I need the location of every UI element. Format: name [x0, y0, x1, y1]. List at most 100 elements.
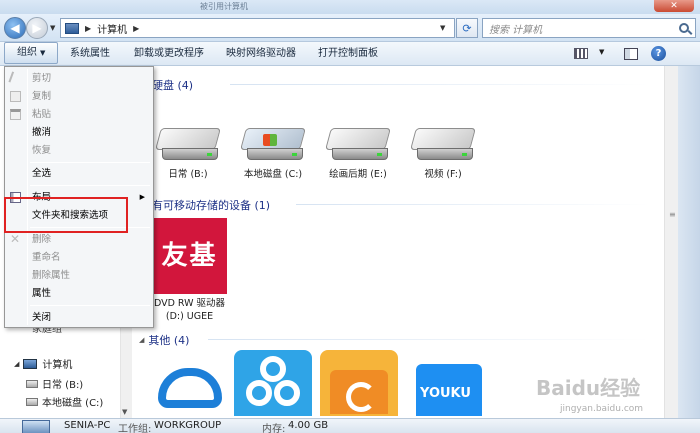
status-workgroup: WORKGROUP	[154, 420, 222, 431]
baidu-cloud-icon[interactable]	[150, 350, 228, 416]
open-control-panel-button[interactable]: 打开控制面板	[318, 42, 378, 66]
scroll-down-icon[interactable]: ▼	[122, 408, 127, 416]
menu-separator	[30, 162, 150, 163]
menu-item-properties-label: 属性	[32, 288, 52, 299]
address-dropdown-icon[interactable]: ▼	[440, 24, 445, 32]
tree-item-drive-c-label: 本地磁盘 (C:)	[42, 398, 104, 409]
tree-item-drive-b-label: 日常 (B:)	[42, 380, 84, 391]
youku-icon[interactable]: YOUKU	[410, 350, 488, 416]
drive-f[interactable]: 视频 (F:)	[403, 128, 483, 180]
preview-pane-icon[interactable]	[624, 48, 638, 60]
menu-item-properties[interactable]: 属性	[5, 284, 153, 303]
dvd-drive-label-line1: DVD RW 驱动器	[153, 298, 226, 309]
change-view-icon[interactable]	[574, 48, 588, 59]
watermark-url: jingyan.baidu.com	[560, 404, 644, 414]
group-divider	[208, 339, 650, 340]
group-header-other[interactable]: ◢ 其他 (4)	[139, 332, 189, 348]
youku-logo-text: YOUKU	[420, 386, 471, 401]
refresh-icon: ⟳	[462, 21, 472, 35]
hard-drive-icon	[410, 128, 476, 164]
hard-drive-icon	[26, 379, 38, 388]
menu-item-select-all-label: 全选	[32, 168, 52, 179]
breadcrumb-computer[interactable]: 计算机	[97, 21, 127, 36]
command-bar: 组织 ▼ 系统属性 卸载或更改程序 映射网络驱动器 打开控制面板 ▼ ?	[0, 42, 700, 66]
menu-item-remove-properties-label: 删除属性	[32, 270, 71, 281]
menu-item-copy-label: 复制	[32, 91, 52, 102]
drive-b[interactable]: 日常 (B:)	[148, 128, 228, 180]
expand-arrow-icon[interactable]: ◢	[14, 360, 19, 368]
dvd-drive-icon[interactable]: 友基	[152, 218, 227, 294]
menu-item-rename[interactable]: 重命名	[5, 248, 153, 267]
uninstall-program-button[interactable]: 卸载或更改程序	[134, 42, 204, 66]
menu-item-remove-properties[interactable]: 删除属性	[5, 266, 153, 285]
status-memory: 4.00 GB	[288, 420, 329, 431]
chevron-down-icon: ▼	[40, 49, 46, 57]
menu-item-delete-label: 删除	[32, 234, 52, 245]
watermark-logo: Baidu经验	[536, 376, 641, 400]
organize-button[interactable]: 组织 ▼	[4, 42, 58, 64]
tree-item-computer-label: 计算机	[42, 360, 73, 371]
baidu-netdisk-icon[interactable]	[234, 350, 312, 416]
menu-item-rename-label: 重命名	[32, 252, 61, 263]
menu-item-undo[interactable]: 撤消	[5, 123, 153, 142]
group-header-removable-devices[interactable]: 有可移动存储的设备 (1)	[152, 197, 270, 213]
menu-item-select-all[interactable]: 全选	[5, 164, 153, 183]
paste-icon	[10, 109, 21, 120]
hard-drive-icon	[325, 128, 391, 164]
cut-icon	[8, 71, 23, 86]
menu-item-cut[interactable]: 剪切	[5, 69, 153, 88]
breadcrumb-separator-icon[interactable]: ▶	[85, 24, 91, 33]
window-frame	[678, 66, 700, 418]
menu-item-paste[interactable]: 粘贴	[5, 105, 153, 124]
tree-item-computer[interactable]: ◢ 计算机	[14, 356, 72, 371]
delete-icon: ✕	[10, 232, 21, 246]
group-divider	[230, 84, 650, 85]
hard-drive-icon	[155, 128, 221, 164]
menu-item-close-label: 关闭	[32, 312, 52, 323]
menu-item-copy[interactable]: 复制	[5, 87, 153, 106]
menu-separator	[30, 305, 150, 306]
back-button[interactable]: ◀	[4, 17, 26, 39]
dvd-drive-label: DVD RW 驱动器 (D:) UGEE	[152, 297, 227, 323]
tree-item-drive-c[interactable]: 本地磁盘 (C:)	[26, 394, 103, 409]
group-header-hard-disks[interactable]: 硬盘 (4)	[152, 77, 193, 93]
menu-item-paste-label: 粘贴	[32, 109, 52, 120]
system-properties-button[interactable]: 系统属性	[70, 42, 110, 66]
forward-button[interactable]: ▶	[26, 17, 48, 39]
folder-app-icon[interactable]	[320, 350, 398, 416]
collapse-arrow-icon[interactable]: ◢	[139, 336, 144, 344]
search-icon[interactable]	[679, 23, 689, 33]
window-title: 被引用计算机	[200, 2, 248, 11]
help-icon[interactable]: ?	[651, 46, 666, 61]
address-bar[interactable]: ▶ 计算机 ▶	[60, 18, 455, 38]
status-bar: SENIA-PC 工作组: WORKGROUP 内存: 4.00 GB	[0, 418, 700, 433]
scroll-grip-icon[interactable]: ≡	[669, 210, 676, 219]
drive-e[interactable]: 绘画后期 (E:)	[318, 128, 398, 180]
view-options-dropdown-icon[interactable]: ▼	[599, 48, 604, 56]
recent-pages-dropdown[interactable]: ▼	[50, 24, 55, 32]
menu-item-close[interactable]: 关闭	[5, 308, 153, 327]
search-input[interactable]: 搜索 计算机	[489, 21, 542, 36]
highlight-annotation-box	[4, 197, 128, 233]
refresh-button[interactable]: ⟳	[456, 18, 478, 38]
drive-c[interactable]: 本地磁盘 (C:)	[233, 128, 313, 180]
menu-item-redo-label: 恢复	[32, 145, 52, 156]
navigation-bar: ◀ ▶ ▼ ▶ 计算机 ▶ ▼ ⟳ 搜索 计算机	[0, 14, 700, 42]
breadcrumb-chevron-icon[interactable]: ▶	[133, 24, 139, 33]
tree-item-drive-b[interactable]: 日常 (B:)	[26, 376, 83, 391]
search-box[interactable]: 搜索 计算机	[482, 18, 696, 38]
windows-drive-icon	[240, 128, 306, 164]
drive-f-label: 视频 (F:)	[424, 169, 462, 180]
content-scrollbar[interactable]: ≡	[664, 66, 678, 418]
copy-icon	[10, 91, 21, 102]
close-window-button[interactable]: ✕	[654, 0, 694, 12]
submenu-arrow-icon: ▶	[139, 193, 145, 201]
menu-separator	[30, 185, 150, 186]
status-workgroup-label: 工作组:	[118, 424, 152, 433]
menu-item-redo[interactable]: 恢复	[5, 141, 153, 160]
map-network-drive-button[interactable]: 映射网络驱动器	[226, 42, 296, 66]
drive-e-label: 绘画后期 (E:)	[329, 169, 387, 180]
computer-icon	[23, 358, 38, 369]
title-bar: 被引用计算机 ✕	[0, 0, 700, 14]
group-divider	[296, 204, 650, 205]
